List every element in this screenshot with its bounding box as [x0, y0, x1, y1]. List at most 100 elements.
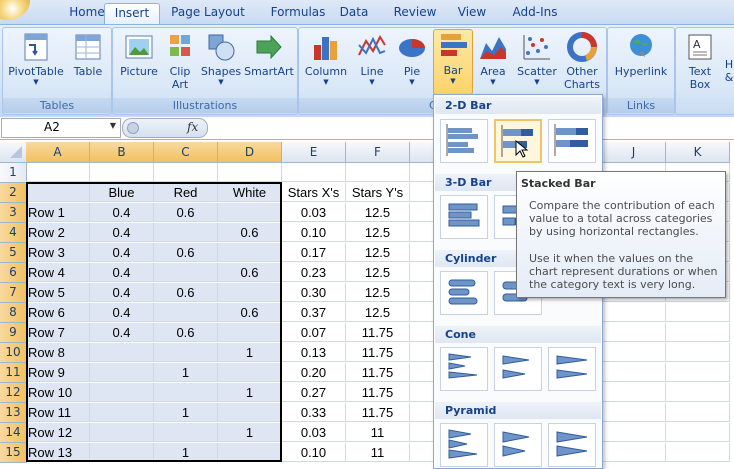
cell-f1[interactable] [346, 163, 410, 182]
pie-chart-button[interactable]: Pie ▼ [393, 31, 431, 86]
cell-k9[interactable] [666, 323, 730, 342]
cell-j15[interactable] [602, 443, 666, 462]
cell-a1[interactable] [26, 163, 90, 182]
cell-f11[interactable]: 11.75 [346, 363, 410, 382]
column-header-a[interactable]: A [26, 142, 90, 163]
cell-e5[interactable]: 0.17 [282, 243, 346, 262]
clustered-pyramid-option[interactable] [440, 423, 488, 467]
cell-e12[interactable]: 0.27 [282, 383, 346, 402]
cell-f4[interactable]: 12.5 [346, 223, 410, 242]
clustered-bar-option[interactable] [440, 119, 488, 163]
cell-e4[interactable]: 0.10 [282, 223, 346, 242]
tab-formulas[interactable]: Formulas [258, 3, 338, 24]
cell-j14[interactable] [602, 423, 666, 442]
cell-k10[interactable] [666, 343, 730, 362]
clustered-cylinder-option[interactable] [440, 271, 488, 315]
cell-f15[interactable]: 11 [346, 443, 410, 462]
shapes-button[interactable]: Shapes ▼ [199, 31, 243, 86]
cell-k12[interactable] [666, 383, 730, 402]
insert-function-icon[interactable]: fx [187, 120, 198, 134]
cell-e7[interactable]: 0.30 [282, 283, 346, 302]
column-header-d[interactable]: D [218, 142, 282, 163]
cell-e15[interactable]: 0.10 [282, 443, 346, 462]
cell-f3[interactable]: 12.5 [346, 203, 410, 222]
column-header-k[interactable]: K [666, 142, 730, 163]
cell-f10[interactable]: 11.75 [346, 343, 410, 362]
cell-f14[interactable]: 11 [346, 423, 410, 442]
cell-f7[interactable]: 12.5 [346, 283, 410, 302]
row-header[interactable]: 12 [0, 383, 27, 403]
row-header[interactable]: 9 [0, 323, 27, 343]
row-header[interactable]: 4 [0, 223, 27, 243]
row-header[interactable]: 13 [0, 403, 27, 423]
pivottable-button[interactable]: PivotTable ▼ [5, 31, 67, 86]
bar-chart-button[interactable]: Bar ▼ [433, 29, 473, 95]
cell-f6[interactable]: 12.5 [346, 263, 410, 282]
other-charts-button[interactable]: Other Charts [561, 31, 603, 91]
cell-k14[interactable] [666, 423, 730, 442]
text-box-button[interactable]: A Text Box [680, 31, 720, 91]
tab-review[interactable]: Review [388, 3, 442, 24]
cell-k8[interactable] [666, 303, 730, 322]
cell-k13[interactable] [666, 403, 730, 422]
cell-e14[interactable]: 0.03 [282, 423, 346, 442]
cell-j11[interactable] [602, 363, 666, 382]
cell-e1[interactable] [282, 163, 346, 182]
stacked-pyramid-option[interactable] [494, 423, 542, 467]
row-header[interactable]: 6 [0, 263, 27, 283]
clustered-cone-option[interactable] [440, 347, 488, 391]
cell-b1[interactable] [90, 163, 154, 182]
row-header[interactable]: 7 [0, 283, 27, 303]
row-header[interactable]: 5 [0, 243, 27, 263]
row-header[interactable]: 8 [0, 303, 27, 323]
tab-page-layout[interactable]: Page Layout [166, 3, 250, 24]
select-all-corner[interactable] [0, 142, 27, 163]
cell-j8[interactable] [602, 303, 666, 322]
row-header[interactable]: 10 [0, 343, 27, 363]
row-header[interactable]: 11 [0, 363, 27, 383]
cell-j13[interactable] [602, 403, 666, 422]
cell-e9[interactable]: 0.07 [282, 323, 346, 342]
table-button[interactable]: Table [69, 31, 107, 78]
cell-c1[interactable] [154, 163, 218, 182]
column-chart-button[interactable]: Column ▼ [301, 31, 351, 86]
row-header[interactable]: 14 [0, 423, 27, 443]
cell-d1[interactable] [218, 163, 282, 182]
scatter-chart-button[interactable]: Scatter ▼ [515, 31, 559, 86]
cell-j9[interactable] [602, 323, 666, 342]
tab-data[interactable]: Data [336, 3, 372, 24]
column-header-c[interactable]: C [154, 142, 218, 163]
cell-e13[interactable]: 0.33 [282, 403, 346, 422]
column-header-e[interactable]: E [282, 142, 346, 163]
line-chart-button[interactable]: Line ▼ [353, 31, 391, 86]
cell-f12[interactable]: 11.75 [346, 383, 410, 402]
formula-expand-icon[interactable] [127, 122, 139, 134]
100-percent-stacked-bar-option[interactable] [548, 119, 596, 163]
stacked-bar-option[interactable] [494, 119, 542, 163]
cell-e8[interactable]: 0.37 [282, 303, 346, 322]
row-header[interactable]: 2 [0, 183, 27, 203]
100-percent-stacked-pyramid-option[interactable] [548, 423, 596, 467]
cell-k11[interactable] [666, 363, 730, 382]
cell-e11[interactable]: 0.20 [282, 363, 346, 382]
picture-button[interactable]: Picture [117, 31, 161, 78]
cell-f13[interactable]: 11.75 [346, 403, 410, 422]
cell-j12[interactable] [602, 383, 666, 402]
column-header-f[interactable]: F [346, 142, 410, 163]
clip-art-button[interactable]: Clip Art [163, 31, 197, 91]
tab-add-ins[interactable]: Add-Ins [505, 3, 565, 24]
row-header[interactable]: 15 [0, 443, 27, 463]
cell-f2[interactable]: Stars Y's [346, 183, 410, 202]
tab-view[interactable]: View [452, 3, 492, 24]
cell-f8[interactable]: 12.5 [346, 303, 410, 322]
100-percent-stacked-cone-option[interactable] [548, 347, 596, 391]
cell-e2[interactable]: Stars X's [282, 183, 346, 202]
name-box[interactable]: A2 ▼ [1, 118, 121, 138]
column-header-b[interactable]: B [90, 142, 154, 163]
cell-k15[interactable] [666, 443, 730, 462]
cell-j10[interactable] [602, 343, 666, 362]
hyperlink-button[interactable]: Hyperlink [610, 31, 672, 78]
smartart-button[interactable]: SmartArt [243, 31, 295, 78]
header-footer-button[interactable]: H & [722, 58, 734, 84]
cell-e10[interactable]: 0.13 [282, 343, 346, 362]
